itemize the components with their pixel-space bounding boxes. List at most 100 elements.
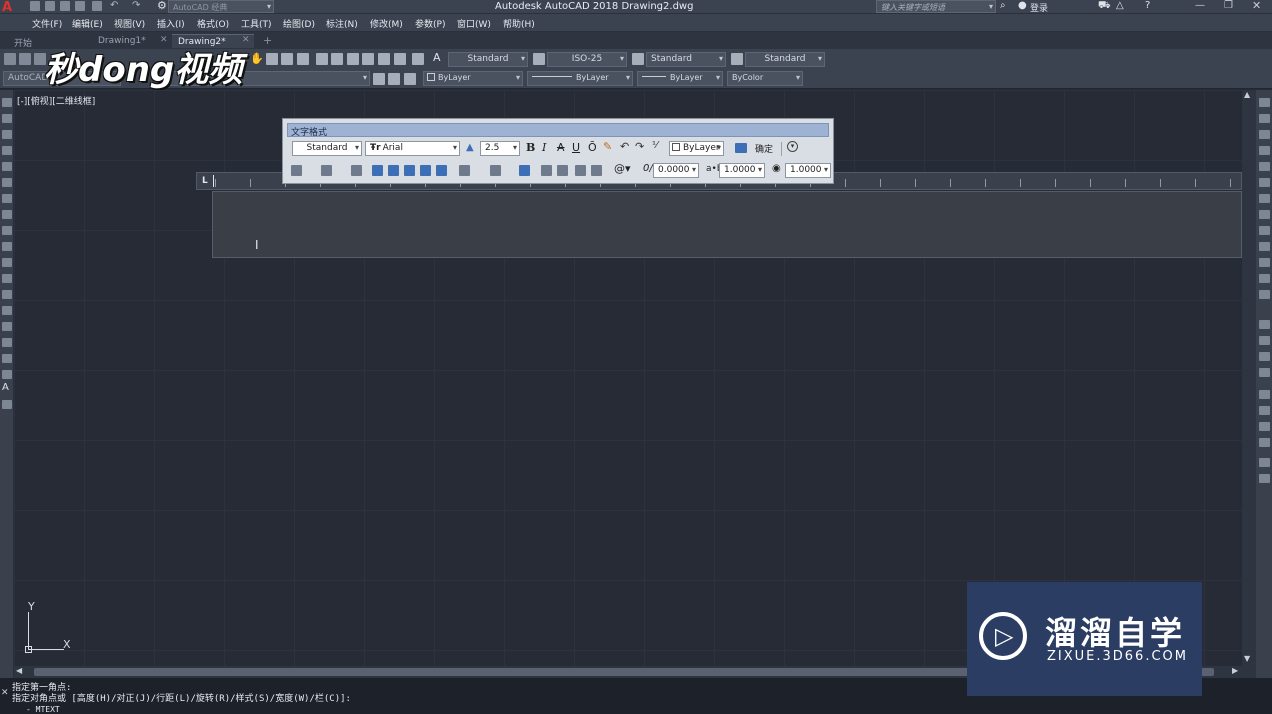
menu-modify[interactable]: 修改(M)	[370, 17, 403, 30]
color-dropdown[interactable]: ByLayer	[423, 71, 523, 86]
markup-icon[interactable]	[378, 53, 390, 65]
fillet-tool-icon[interactable]	[1259, 336, 1270, 345]
menu-insert[interactable]: 插入(I)	[157, 17, 185, 30]
ruler-indent-marker[interactable]	[213, 175, 214, 187]
arc-tool-icon[interactable]	[2, 178, 12, 187]
draw-order-above-icon[interactable]	[1259, 422, 1270, 431]
mleader-style-icon[interactable]	[731, 53, 743, 65]
help-icon[interactable]: ?	[1145, 0, 1150, 11]
line-spacing-icon[interactable]	[459, 165, 470, 176]
viewport-controls-label[interactable]: [-][俯视][二维线框]	[17, 94, 95, 107]
superscript-icon[interactable]	[575, 165, 586, 176]
copy-tool-icon[interactable]	[1259, 114, 1270, 123]
menu-parametric[interactable]: 参数(P)	[415, 17, 445, 30]
linetype-dropdown[interactable]: ByLayer	[527, 71, 633, 86]
autocad-logo-icon[interactable]: A	[2, 0, 12, 15]
text-style-icon[interactable]: A	[433, 51, 441, 64]
align-distribute-icon[interactable]	[436, 165, 447, 176]
workspace-dropdown[interactable]: AutoCAD 经典	[168, 0, 274, 13]
explode-tool-icon[interactable]	[1259, 368, 1270, 377]
text-height-select[interactable]: 2.5	[480, 141, 520, 156]
table-tool-icon[interactable]	[2, 370, 12, 379]
text-style-select[interactable]: Standard	[292, 141, 362, 156]
align-center-icon[interactable]	[388, 165, 399, 176]
login-link[interactable]: 登录	[1030, 1, 1048, 14]
erase-tool-icon[interactable]	[1259, 98, 1270, 107]
subscript-icon[interactable]	[591, 165, 602, 176]
draw-order-front-icon[interactable]	[1259, 390, 1270, 399]
lineweight-dropdown[interactable]: ByLayer	[637, 71, 723, 86]
tab-start[interactable]: 开始	[8, 34, 38, 49]
menu-dimension[interactable]: 标注(N)	[326, 17, 358, 30]
quick-access-open-icon[interactable]	[45, 1, 55, 11]
scroll-down-icon[interactable]: ▼	[1244, 654, 1250, 663]
search-input[interactable]: 键入关键字或短语	[876, 0, 996, 13]
make-block-tool-icon[interactable]	[2, 290, 12, 299]
properties-icon[interactable]	[316, 53, 328, 65]
text-formatting-title[interactable]: 文字格式	[287, 123, 829, 138]
array-tool-icon[interactable]	[1259, 162, 1270, 171]
menu-edit[interactable]: 编辑(E)	[72, 17, 103, 30]
uppercase-icon[interactable]	[541, 165, 552, 176]
overline-button[interactable]: Ō	[588, 141, 597, 154]
menu-draw[interactable]: 绘图(D)	[283, 17, 315, 30]
menu-help[interactable]: 帮助(H)	[503, 17, 535, 30]
quick-access-print-icon[interactable]	[92, 1, 102, 11]
redo-icon[interactable]: ↷	[132, 0, 140, 11]
command-close-icon[interactable]: ✕	[1, 688, 9, 698]
open-icon[interactable]	[19, 53, 31, 65]
strikethrough-button[interactable]: A	[557, 141, 565, 154]
chamfer-tool-icon[interactable]	[1259, 320, 1270, 329]
menu-tools[interactable]: 工具(T)	[241, 17, 272, 30]
bold-button[interactable]: B	[526, 141, 535, 154]
offset-tool-icon[interactable]	[1259, 146, 1270, 155]
ruler-tab-marker[interactable]: L	[202, 176, 208, 186]
symbol-icon[interactable]: @▾	[614, 162, 631, 175]
hatch-back-icon[interactable]	[1259, 474, 1270, 483]
text-style-dropdown[interactable]: Standard	[448, 52, 528, 67]
underline-button[interactable]: U	[572, 141, 580, 154]
rectangle-tool-icon[interactable]	[2, 162, 12, 171]
redo-text-icon[interactable]: ↷	[635, 140, 644, 153]
plotstyle-dropdown[interactable]: ByColor	[727, 71, 803, 86]
annotative-icon[interactable]: ▲	[466, 142, 474, 153]
undo-text-icon[interactable]: ↶	[620, 140, 629, 153]
text-front-icon[interactable]	[1259, 458, 1270, 467]
gradient-tool-icon[interactable]	[2, 338, 12, 347]
menu-view[interactable]: 视图(V)	[114, 17, 145, 30]
spline-tool-icon[interactable]	[2, 226, 12, 235]
layer-states-icon[interactable]	[404, 73, 416, 85]
extend-tool-icon[interactable]	[1259, 258, 1270, 267]
binoculars-icon[interactable]: ⌕	[1000, 0, 1006, 11]
line-tool-icon[interactable]	[2, 98, 12, 107]
ok-button[interactable]: 确定	[755, 142, 773, 155]
quickcalc-icon[interactable]	[394, 53, 406, 65]
close-icon[interactable]: ✕	[1252, 0, 1261, 12]
vertical-scrollbar[interactable]: ▲ ▼	[1242, 90, 1256, 666]
paragraph-icon[interactable]	[351, 165, 362, 176]
lowercase-icon[interactable]	[557, 165, 568, 176]
user-icon[interactable]: ●	[1018, 0, 1027, 11]
draw-order-below-icon[interactable]	[1259, 438, 1270, 447]
polyline-tool-icon[interactable]	[2, 130, 12, 139]
zoom-window-icon[interactable]	[281, 53, 293, 65]
dim-style-dropdown[interactable]: ISO-25	[547, 52, 627, 67]
sheet-set-icon[interactable]	[362, 53, 374, 65]
font-select[interactable]: Ŧr Arial	[365, 141, 460, 156]
table-style-icon[interactable]	[632, 53, 644, 65]
polygon-tool-icon[interactable]	[2, 146, 12, 155]
new-tab-plus-icon[interactable]: +	[263, 34, 272, 47]
text-color-select[interactable]: ByLayer	[669, 141, 724, 156]
xline-tool-icon[interactable]	[2, 114, 12, 123]
dim-style-icon[interactable]	[533, 53, 545, 65]
scroll-right-icon[interactable]: ▶	[1232, 666, 1238, 675]
stack-icon[interactable]: ⅟	[652, 140, 658, 151]
width-factor-icon[interactable]: ◉	[772, 163, 781, 174]
menu-file[interactable]: 文件(F)	[32, 17, 62, 30]
oblique-angle-input[interactable]: 0.0000	[653, 163, 699, 178]
stretch-tool-icon[interactable]	[1259, 226, 1270, 235]
restore-icon[interactable]: ❐	[1224, 0, 1233, 11]
design-center-icon[interactable]	[331, 53, 343, 65]
tool-palettes-icon[interactable]	[347, 53, 359, 65]
ellipse-tool-icon[interactable]	[2, 242, 12, 251]
